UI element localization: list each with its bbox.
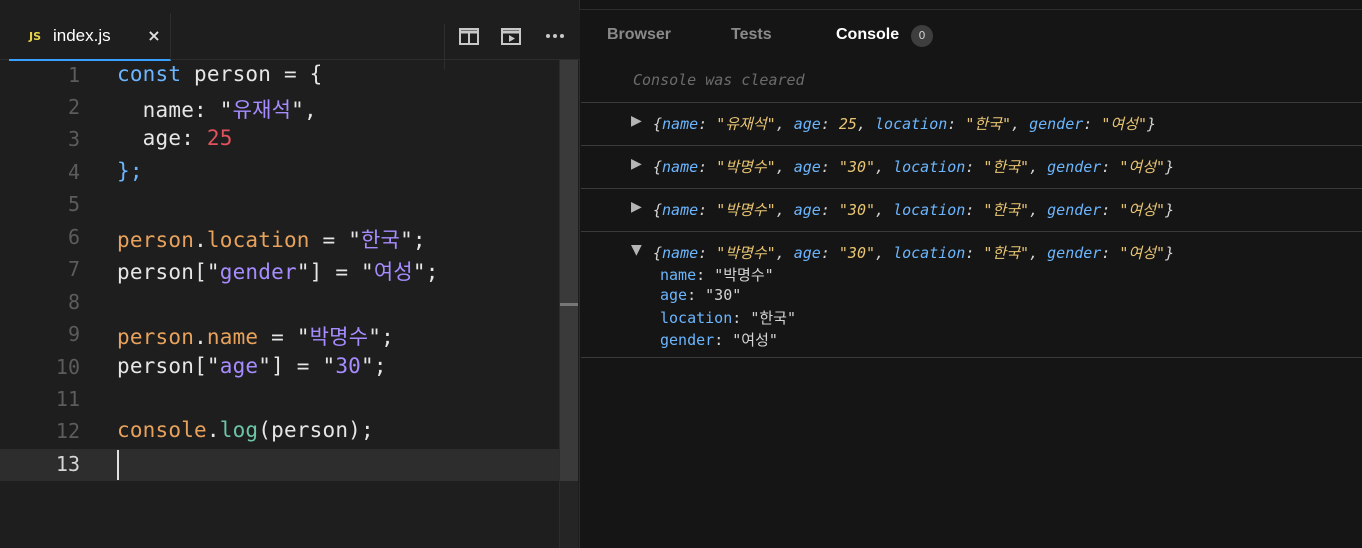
console-count-badge: 0 <box>911 25 933 47</box>
more-options-icon[interactable] <box>541 22 569 50</box>
code-line-7: person["gender"] = "여성"; <box>117 260 439 284</box>
object-property: gender: "여성" <box>660 331 778 349</box>
line-number: 7 <box>67 257 80 281</box>
line-number-active: 13 <box>55 452 80 476</box>
preview-icon[interactable] <box>497 22 525 50</box>
line-number: 3 <box>67 127 80 151</box>
logged-object-summary: {name: "박명수", age: "30", location: "한국",… <box>653 244 1175 262</box>
code-line-12: console.log(person); <box>117 418 374 442</box>
object-property: age: "30" <box>660 286 742 304</box>
line-number: 9 <box>67 322 80 346</box>
close-icon[interactable]: × <box>145 26 163 46</box>
line-number: 2 <box>67 95 80 119</box>
console-log-entry[interactable]: ▶ {name: "박명수", age: "30", location: "한국… <box>581 156 1362 188</box>
line-number: 1 <box>67 63 80 87</box>
console-log-entry[interactable]: ▶ {name: "유재석", age: 25, location: "한국",… <box>581 113 1362 145</box>
console-separator <box>581 188 1362 189</box>
logged-object-summary: {name: "박명수", age: "30", location: "한국",… <box>653 158 1175 176</box>
line-number: 12 <box>55 419 80 443</box>
file-tab-index-js[interactable]: JS index.js × <box>9 13 171 61</box>
split-view-icon[interactable] <box>455 22 483 50</box>
logged-object-summary: {name: "유재석", age: 25, location: "한국", g… <box>653 115 1157 133</box>
code-line-10: person["age"] = "30"; <box>117 354 387 378</box>
console-cleared-message: Console was cleared <box>633 71 805 89</box>
line-number: 8 <box>67 290 80 314</box>
code-line-3: age: 25 <box>117 126 233 150</box>
expand-triangle-icon[interactable]: ▶ <box>631 113 642 129</box>
collapse-triangle-icon[interactable]: ▼ <box>631 242 642 258</box>
console-separator <box>581 231 1362 232</box>
code-line-1: const person = { <box>117 62 323 86</box>
code-line-4: }; <box>117 159 143 183</box>
code-line-6: person.location = "한국"; <box>117 228 426 252</box>
console-separator <box>581 357 1362 358</box>
javascript-file-icon: JS <box>29 30 42 43</box>
console-log-entry-expanded[interactable]: ▼ {name: "박명수", age: "30", location: "한국… <box>581 242 1362 357</box>
line-number: 4 <box>67 160 80 184</box>
tab-tests[interactable]: Tests <box>731 26 772 44</box>
console-log-entry[interactable]: ▶ {name: "박명수", age: "30", location: "한국… <box>581 199 1362 231</box>
expand-triangle-icon[interactable]: ▶ <box>631 199 642 215</box>
text-cursor <box>117 450 119 480</box>
object-property: location: "한국" <box>660 309 796 327</box>
tab-browser[interactable]: Browser <box>607 26 671 44</box>
editor-scrollbar-marker <box>560 303 578 306</box>
editor-scrollbar-thumb[interactable] <box>560 60 578 481</box>
logged-object-summary: {name: "박명수", age: "30", location: "한국",… <box>653 201 1175 219</box>
console-pane: Browser Tests Console 0 Console was clea… <box>581 10 1362 548</box>
expand-triangle-icon[interactable]: ▶ <box>631 156 642 172</box>
line-number: 6 <box>67 225 80 249</box>
editor-tab-bar: JS index.js × <box>0 10 580 70</box>
line-number: 5 <box>67 192 80 216</box>
tab-console[interactable]: Console <box>836 26 899 44</box>
code-line-2: name: "유재석", <box>117 98 317 122</box>
object-property: name: "박명수" <box>660 266 774 284</box>
console-separator <box>581 102 1362 103</box>
line-number-gutter: 1 2 3 4 5 6 7 8 9 10 11 12 13 <box>9 60 89 548</box>
line-number: 11 <box>55 387 80 411</box>
line-number: 10 <box>55 355 80 379</box>
code-line-9: person.name = "박명수"; <box>117 325 394 349</box>
file-tab-label: index.js <box>53 26 111 45</box>
editor-pane: JS index.js × const person = { name: "유재… <box>0 0 580 548</box>
console-separator <box>581 145 1362 146</box>
